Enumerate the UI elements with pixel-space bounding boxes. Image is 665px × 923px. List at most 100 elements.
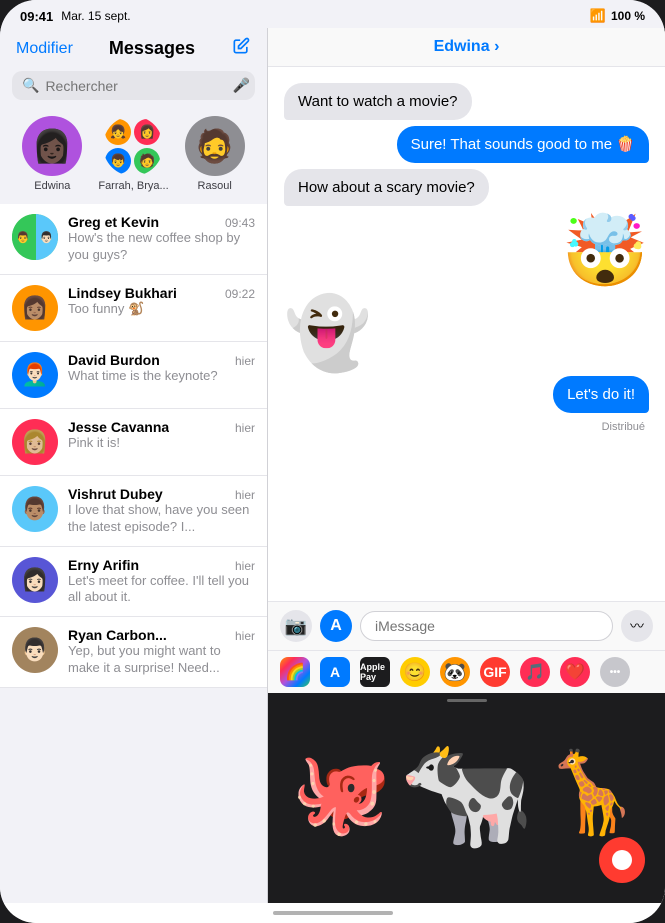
sidebar: Modifier Messages 🔍 🎤 👩🏿 xyxy=(0,28,268,903)
appstore-button[interactable]: A xyxy=(320,610,352,642)
chat-header: Edwina › xyxy=(268,28,665,67)
contact-name: Greg et Kevin xyxy=(68,214,159,230)
message-bubble: How about a scary movie? xyxy=(284,169,489,206)
conversation-david[interactable]: 👨🏻‍🦰 David Burdon hier What time is the … xyxy=(0,342,267,409)
conversation-jesse-content: Jesse Cavanna hier Pink it is! xyxy=(68,419,255,465)
contact-name: Lindsey Bukhari xyxy=(68,285,177,301)
conversation-greg-kevin[interactable]: 👨 👨🏻 Greg et Kevin 09:43 How's the new c… xyxy=(0,204,267,275)
camera-icon: 📷 xyxy=(285,616,307,637)
chat-contact-name[interactable]: Edwina › xyxy=(434,38,500,56)
conversation-ryan[interactable]: 👨🏻 Ryan Carbon... hier Yep, but you migh… xyxy=(0,617,267,688)
message-input-area: 📷 A 〰 🌈 xyxy=(268,601,665,903)
chat-area: Edwina › Want to watch a movie? Sure! Th… xyxy=(268,28,665,903)
home-bar xyxy=(273,911,393,915)
search-bar[interactable]: 🔍 🎤 xyxy=(12,71,255,100)
message-time: 09:43 xyxy=(225,216,255,230)
contact-name: Vishrut Dubey xyxy=(68,486,163,502)
animoji-picker: 🐙 🐄 🦒 xyxy=(268,693,665,903)
ipad-frame: 09:41 Mar. 15 sept. 📶 100 % Modifier Mes… xyxy=(0,0,665,923)
audio-button[interactable]: 〰 xyxy=(621,610,653,642)
contact-name: David Burdon xyxy=(68,352,160,368)
message-time: hier xyxy=(235,629,255,643)
input-row: 📷 A 〰 xyxy=(268,602,665,650)
pinned-contact-farrah[interactable]: 👧 👩 👦 🧑 Farrah, Brya... xyxy=(98,116,168,192)
message-preview: Too funny 🐒 xyxy=(68,301,255,318)
sidebar-header: Modifier Messages xyxy=(0,28,267,67)
home-indicator xyxy=(0,903,665,923)
compose-button[interactable] xyxy=(231,36,251,61)
contact-name: Ryan Carbon... xyxy=(68,627,167,643)
conversation-ryan-content: Ryan Carbon... hier Yep, but you might w… xyxy=(68,627,255,677)
conversation-jesse[interactable]: 👩🏼 Jesse Cavanna hier Pink it is! xyxy=(0,409,267,476)
pinned-name-edwina: Edwina xyxy=(34,180,70,192)
message-bubble: Sure! That sounds good to me 🍿 xyxy=(397,126,649,163)
search-input[interactable] xyxy=(45,78,226,94)
scroll-indicator xyxy=(447,699,487,702)
memoji-message-row: 🤯 xyxy=(284,216,649,286)
message-bubble: Want to watch a movie? xyxy=(284,83,472,120)
camera-button[interactable]: 📷 xyxy=(280,610,312,642)
message-bubble-row: Sure! That sounds good to me 🍿 xyxy=(284,126,649,163)
pinned-contacts: 👩🏿 Edwina 👧 👩 👦 🧑 Farrah, Brya.. xyxy=(0,108,267,204)
applepay-icon[interactable]: Apple Pay xyxy=(360,657,390,687)
avatar-greg-kevin: 👨 👨🏻 xyxy=(12,214,58,260)
message-bubble-row: Let's do it! xyxy=(284,376,649,413)
conversation-erny[interactable]: 👩🏻 Erny Arifin hier Let's meet for coffe… xyxy=(0,547,267,618)
photos-app-icon[interactable]: 🌈 xyxy=(280,657,310,687)
appstore-strip-icon[interactable]: A xyxy=(320,657,350,687)
record-inner xyxy=(612,850,632,870)
music-icon[interactable]: 🎵 xyxy=(520,657,550,687)
animoji-octopus[interactable]: 🐙 xyxy=(291,753,391,833)
message-bubble-row: Want to watch a movie? xyxy=(284,83,649,120)
avatar-rasoul: 🧔 xyxy=(185,116,245,176)
message-preview: Yep, but you might want to make it a sur… xyxy=(68,643,255,677)
main-content: Modifier Messages 🔍 🎤 👩🏿 xyxy=(0,28,665,903)
avatar-ryan: 👨🏻 xyxy=(12,627,58,673)
message-preview: What time is the keynote? xyxy=(68,368,255,385)
avatar-jesse: 👩🏼 xyxy=(12,419,58,465)
battery-status: 100 % xyxy=(611,9,645,23)
message-time: hier xyxy=(235,488,255,502)
animoji-cow[interactable]: 🐄 xyxy=(398,738,535,848)
wifi-icon: 📶 xyxy=(590,8,606,24)
record-button[interactable] xyxy=(599,837,645,883)
avatar-erny: 👩🏻 xyxy=(12,557,58,603)
memoji-icon[interactable]: 😊 xyxy=(400,657,430,687)
pinned-name-rasoul: Rasoul xyxy=(198,180,232,192)
conversation-vishrut[interactable]: 👨🏽 Vishrut Dubey hier I love that show, … xyxy=(0,476,267,547)
pinned-contact-rasoul[interactable]: 🧔 Rasoul xyxy=(185,116,245,192)
search-icon: 🔍 xyxy=(22,77,39,94)
message-list: 👨 👨🏻 Greg et Kevin 09:43 How's the new c… xyxy=(0,204,267,903)
message-preview: Pink it is! xyxy=(68,435,255,452)
avatar-david: 👨🏻‍🦰 xyxy=(12,352,58,398)
conversation-david-content: David Burdon hier What time is the keyno… xyxy=(68,352,255,398)
ghost-emoji: 👻 xyxy=(284,298,371,368)
status-bar: 09:41 Mar. 15 sept. 📶 100 % xyxy=(0,0,665,28)
message-time: 09:22 xyxy=(225,287,255,301)
appstore-icon: A xyxy=(330,617,342,635)
modifier-button[interactable]: Modifier xyxy=(16,40,73,58)
message-bubble: Let's do it! xyxy=(553,376,649,413)
animoji-giraffe[interactable]: 🦒 xyxy=(542,753,642,833)
messages-title: Messages xyxy=(109,38,195,59)
pinned-name-farrah: Farrah, Brya... xyxy=(98,180,168,192)
ghost-message-row: 👻 xyxy=(284,298,649,368)
conversation-erny-content: Erny Arifin hier Let's meet for coffee. … xyxy=(68,557,255,607)
gif-search-icon[interactable]: GIF xyxy=(480,657,510,687)
app-strip: 🌈 A Apple Pay 😊 🐼 xyxy=(268,650,665,693)
chevron-icon: › xyxy=(494,38,499,55)
animoji-icon[interactable]: 🐼 xyxy=(440,657,470,687)
more-apps-icon[interactable]: ••• xyxy=(600,657,630,687)
message-preview: Let's meet for coffee. I'll tell you all… xyxy=(68,573,255,607)
digital-touch-icon[interactable]: ❤️ xyxy=(560,657,590,687)
message-input[interactable] xyxy=(360,611,613,641)
conversation-lindsey[interactable]: 👩🏽 Lindsey Bukhari 09:22 Too funny 🐒 xyxy=(0,275,267,342)
avatar-vishrut: 👨🏽 xyxy=(12,486,58,532)
waveform-icon: 〰 xyxy=(630,616,644,636)
conversation-lindsey-content: Lindsey Bukhari 09:22 Too funny 🐒 xyxy=(68,285,255,331)
message-bubble-row: How about a scary movie? xyxy=(284,169,649,206)
conversation-vishrut-content: Vishrut Dubey hier I love that show, hav… xyxy=(68,486,255,536)
avatar-farrah-group: 👧 👩 👦 🧑 xyxy=(103,116,163,176)
chat-messages: Want to watch a movie? Sure! That sounds… xyxy=(268,67,665,601)
pinned-contact-edwina[interactable]: 👩🏿 Edwina xyxy=(22,116,82,192)
